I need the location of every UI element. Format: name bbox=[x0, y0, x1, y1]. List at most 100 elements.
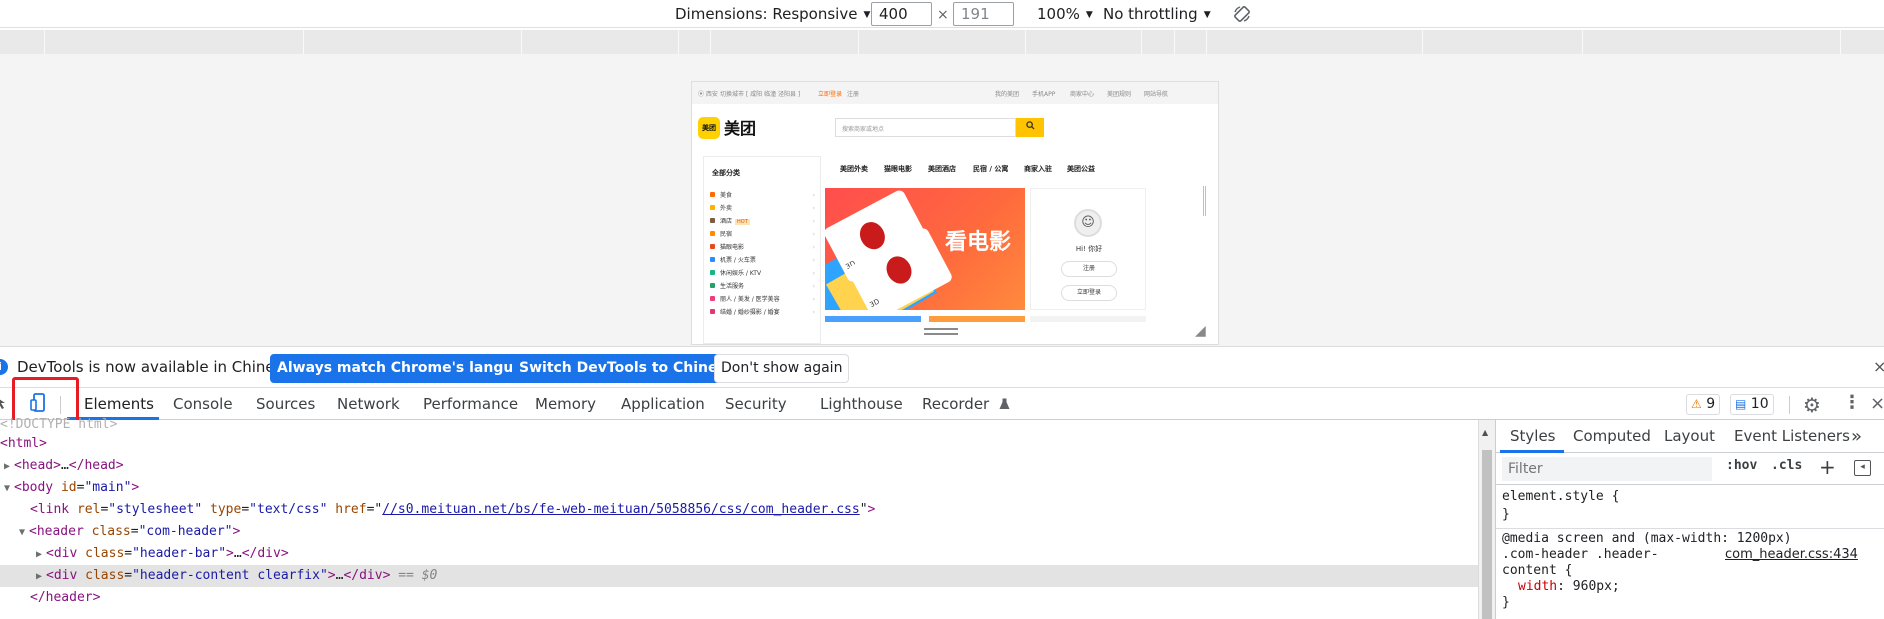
match-language-button[interactable]: Always match Chrome's language bbox=[270, 354, 550, 383]
messages-count: 10 bbox=[1750, 396, 1769, 412]
category-item[interactable]: 结婚 / 婚纱摄影 / 婚宴 › bbox=[710, 306, 818, 319]
switch-to-chinese-button[interactable]: Switch DevTools to Chinese bbox=[512, 354, 743, 383]
collapse-triangle-icon[interactable]: ▼ bbox=[4, 478, 14, 500]
nav-homestay[interactable]: 民宿 / 公寓 bbox=[973, 164, 1008, 174]
throttling-label: No throttling bbox=[1103, 5, 1198, 23]
dimensions-dropdown[interactable]: Dimensions: Responsive ▼ bbox=[675, 0, 870, 28]
login-link[interactable]: 立即登录 bbox=[818, 89, 842, 98]
dom-line-header-content[interactable]: ▶ <div class="header-content clearfix">…<… bbox=[0, 565, 1478, 587]
selected-marker: == $0 bbox=[398, 568, 438, 583]
dont-show-again-button[interactable]: Don't show again bbox=[714, 354, 850, 383]
login-button[interactable]: 立即登录 bbox=[1061, 285, 1117, 301]
switch-city-link[interactable]: 切换城市 [ 咸阳 临潼 泾阳县 ] bbox=[720, 89, 800, 98]
meituan-logo[interactable]: 美团 bbox=[698, 117, 720, 139]
inspect-element-icon[interactable] bbox=[0, 395, 8, 411]
gear-icon[interactable]: ⚙ bbox=[1803, 393, 1821, 417]
expand-triangle-icon[interactable]: ▶ bbox=[36, 544, 46, 566]
location-text[interactable]: ⦿ 西安 bbox=[698, 89, 718, 98]
emulated-page[interactable]: ⦿ 西安 切换城市 [ 咸阳 临潼 泾阳县 ] 立即登录 注册 我的美团 手机A… bbox=[692, 82, 1218, 344]
resize-corner-icon[interactable]: ◢ bbox=[1195, 323, 1206, 339]
height-input[interactable] bbox=[953, 2, 1014, 26]
source-link[interactable]: com_header.css:434 bbox=[1725, 546, 1858, 564]
category-label: 结婚 / 婚纱摄影 / 婚宴 bbox=[720, 309, 780, 316]
dom-line-html[interactable]: <html> bbox=[0, 433, 1478, 455]
dom-line-header-close[interactable]: </header> bbox=[30, 587, 1508, 609]
page-scrollbar[interactable] bbox=[1203, 186, 1206, 216]
nav-maoyan[interactable]: 猫眼电影 bbox=[884, 164, 912, 174]
zoom-dropdown[interactable]: 100% ▼ bbox=[1037, 0, 1093, 28]
category-item[interactable]: 丽人 / 美发 / 医学美容 › bbox=[710, 293, 818, 306]
nav-waimai[interactable]: 美团外卖 bbox=[840, 164, 868, 174]
topbar-link-rules[interactable]: 美团规则 bbox=[1107, 89, 1131, 98]
dom-line-link[interactable]: <link rel="stylesheet" type="text/css" h… bbox=[30, 499, 1508, 521]
register-button[interactable]: 注册 bbox=[1061, 261, 1117, 277]
div-close-tag: </div> bbox=[343, 568, 391, 583]
category-item[interactable]: 猫眼电影 › bbox=[710, 241, 818, 254]
scrollbar-thumb[interactable] bbox=[1482, 450, 1492, 619]
rotate-icon[interactable] bbox=[1232, 4, 1252, 24]
nav-charity[interactable]: 美团公益 bbox=[1067, 164, 1095, 174]
promo-strip[interactable] bbox=[929, 316, 1025, 322]
category-item[interactable]: 休闲娱乐 / KTV › bbox=[710, 267, 818, 280]
category-label: 民宿 bbox=[720, 231, 733, 238]
topbar-link-app[interactable]: 手机APP bbox=[1032, 89, 1055, 98]
more-tabs-icon[interactable]: » bbox=[1851, 420, 1862, 453]
css-property[interactable]: width bbox=[1518, 579, 1557, 594]
close-icon[interactable]: × bbox=[1873, 357, 1884, 376]
warnings-badge[interactable]: ⚠ 9 bbox=[1686, 394, 1721, 415]
resize-handle-bottom[interactable] bbox=[924, 328, 958, 338]
more-vertical-icon[interactable]: ⋮ bbox=[1843, 392, 1861, 413]
topbar-link-merchant[interactable]: 商家中心 bbox=[1070, 89, 1094, 98]
site-search-button[interactable] bbox=[1016, 118, 1044, 137]
tab-event-listeners[interactable]: Event Listeners bbox=[1734, 420, 1850, 453]
category-item[interactable]: 生活服务 › bbox=[710, 280, 818, 293]
close-icon[interactable]: × bbox=[1870, 393, 1884, 414]
dom-line-header-bar[interactable]: ▶ <div class="header-bar">…</div> bbox=[36, 543, 1514, 565]
topbar-link-sitemap[interactable]: 网站导航 bbox=[1144, 89, 1168, 98]
dom-line-header[interactable]: ▼ <header class="com-header"> bbox=[19, 521, 1497, 543]
tab-styles[interactable]: Styles bbox=[1510, 420, 1556, 453]
css-declaration[interactable]: width: 960px; bbox=[1518, 578, 1620, 596]
category-item[interactable]: 酒店 HOT › bbox=[710, 215, 818, 228]
promo-strip[interactable] bbox=[1030, 316, 1146, 322]
category-icon bbox=[710, 231, 715, 236]
throttling-dropdown[interactable]: No throttling ▼ bbox=[1103, 0, 1211, 28]
messages-badge[interactable]: ▤ 10 bbox=[1730, 394, 1774, 415]
styles-filter-input[interactable] bbox=[1502, 457, 1712, 481]
hover-state-button[interactable]: :hov bbox=[1726, 458, 1757, 473]
dom-line-body[interactable]: ▼ <body id="main"> bbox=[4, 477, 1482, 499]
tab-computed[interactable]: Computed bbox=[1573, 420, 1651, 453]
element-style-selector[interactable]: element.style { bbox=[1502, 488, 1619, 506]
site-search-input[interactable]: 搜索商家或地点 bbox=[835, 118, 1016, 137]
topbar-link-my-meituan[interactable]: 我的美团 bbox=[995, 89, 1019, 98]
category-label: 外卖 bbox=[720, 205, 733, 212]
category-item[interactable]: 机票 / 火车票 › bbox=[710, 254, 818, 267]
css-value[interactable]: 960px; bbox=[1573, 579, 1620, 594]
toggle-sidebar-icon[interactable]: ◂ bbox=[1854, 460, 1871, 476]
chevron-right-icon: › bbox=[812, 257, 815, 264]
elements-scrollbar[interactable] bbox=[1478, 420, 1495, 619]
category-item[interactable]: 美食 › bbox=[710, 189, 818, 202]
stylesheet-link[interactable]: //s0.meituan.net/bs/fe-web-meituan/50588… bbox=[382, 502, 859, 517]
category-item[interactable]: 民宿 › bbox=[710, 228, 818, 241]
tab-layout[interactable]: Layout bbox=[1664, 420, 1715, 453]
promo-strip[interactable] bbox=[825, 316, 921, 322]
dom-line-head[interactable]: ▶ <head>…</head> bbox=[4, 455, 1482, 477]
expand-triangle-icon[interactable]: ▶ bbox=[36, 566, 46, 588]
add-rule-icon[interactable]: + bbox=[1819, 455, 1836, 479]
class-toggle-button[interactable]: .cls bbox=[1771, 458, 1802, 473]
register-link[interactable]: 注册 bbox=[847, 89, 859, 98]
expand-triangle-icon[interactable]: ▶ bbox=[4, 456, 14, 478]
category-item[interactable]: 外卖 › bbox=[710, 202, 818, 215]
scroll-up-icon[interactable]: ▲ bbox=[1482, 428, 1488, 437]
nav-merchant[interactable]: 商家入驻 bbox=[1024, 164, 1052, 174]
nav-hotel[interactable]: 美团酒店 bbox=[928, 164, 956, 174]
body-tag: <body bbox=[14, 480, 54, 495]
movie-banner[interactable]: 3D 3D 看电影 bbox=[825, 188, 1025, 310]
warning-icon: ⚠ bbox=[1691, 397, 1702, 411]
elements-tree[interactable]: <!DOCTYPE html> <html> ▶ <head>…</head> ▼… bbox=[0, 417, 1478, 619]
width-input[interactable] bbox=[871, 2, 932, 26]
head-tag: <head> bbox=[14, 458, 61, 473]
collapse-triangle-icon[interactable]: ▼ bbox=[19, 522, 29, 544]
user-card: ☺ Hi! 你好 注册 立即登录 bbox=[1030, 188, 1146, 310]
